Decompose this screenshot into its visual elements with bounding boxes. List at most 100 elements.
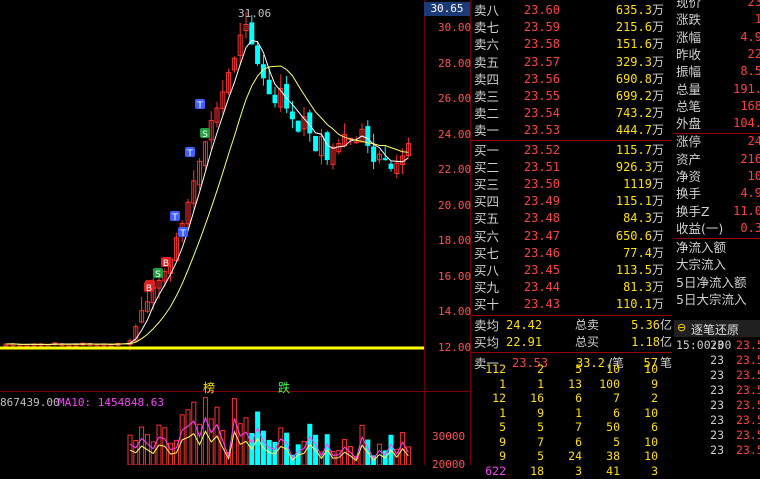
queue-cell: 6 — [575, 391, 582, 405]
queue-row: 622 18 3 41 3 — [476, 464, 674, 479]
order-volume: 151.6万 — [616, 36, 664, 53]
queue-cell: 2 — [537, 362, 544, 376]
order-label: 卖五 — [474, 54, 500, 70]
order-label: 买二 — [474, 159, 500, 175]
order-volume-unit: 万 — [651, 280, 664, 295]
quote-row: 资产 216 — [676, 151, 760, 168]
tick-row[interactable]: 23 23.5 — [674, 368, 760, 383]
quote-label: 涨跌 — [676, 12, 702, 28]
order-volume: 650.6万 — [616, 228, 664, 245]
order-price: 23.48 — [523, 211, 560, 226]
order-volume: 77.4万 — [623, 245, 664, 262]
queue-cell: 1 — [537, 376, 544, 391]
quote-row: 振幅 8.5 — [676, 63, 760, 80]
order-label: 买十 — [474, 297, 500, 313]
y-label: 26.00 — [438, 92, 472, 106]
order-volume-unit: 万 — [651, 89, 664, 103]
flow-label[interactable]: 大宗流入 — [676, 256, 760, 273]
queue-cell: 100 — [599, 376, 620, 391]
order-volume-value: 743.2 — [615, 106, 652, 121]
tick-collapse-icon[interactable]: ⊖ — [677, 321, 686, 334]
flow-label[interactable]: 5日净流入额 — [676, 274, 760, 291]
queue-cell: 9 — [537, 405, 544, 420]
tick-row[interactable]: 23 23.5 — [674, 353, 760, 368]
tick-min: 23 — [710, 413, 724, 427]
order-label: 买九 — [474, 280, 500, 296]
quote-label: 收益(一) — [676, 220, 724, 236]
order-volume-unit: 万 — [651, 159, 664, 174]
quote-value: 4.9 — [740, 186, 760, 201]
tick-min: 23 — [710, 428, 724, 442]
candle-body — [295, 120, 301, 132]
order-label: 买三 — [474, 177, 500, 192]
order-volume: 690.8万 — [616, 71, 664, 88]
queue-cell: 6 — [613, 405, 620, 420]
order-label: 买六 — [474, 228, 500, 244]
order-volume: 115.7万 — [616, 142, 664, 159]
queue-cell: 38 — [606, 449, 620, 463]
flow-label[interactable]: 净流入额 — [676, 239, 760, 256]
queue-cell: 9 — [651, 376, 658, 391]
quote-row: 总量 191. — [676, 81, 760, 98]
panel-divider — [470, 0, 471, 465]
quote-row: 总笔 168 — [676, 98, 760, 115]
queue-cell: 1 — [499, 376, 506, 391]
order-volume-unit: 万 — [651, 123, 664, 138]
order-book-row: 卖二 23.54 743.2万 — [472, 105, 672, 122]
y-label: 14.00 — [438, 305, 472, 319]
order-volume: 444.7万 — [616, 122, 664, 139]
order-book-row: 卖八 23.60 635.3万 — [472, 2, 672, 19]
y-label: 30.00 — [438, 21, 472, 34]
queue-cell: 5 — [537, 449, 544, 463]
signal-t-label: T — [196, 101, 203, 111]
signal-b-label: B — [163, 259, 169, 269]
quote-row: 换手 4.9 — [676, 185, 760, 202]
tick-row[interactable]: 23 23.5 — [674, 413, 760, 428]
order-volume: 329.3万 — [616, 54, 664, 71]
queue-cell: 10 — [644, 362, 658, 376]
tick-row[interactable]: 23 23.5 — [674, 383, 760, 398]
bang-marker: 榜 — [203, 381, 216, 395]
tick-row[interactable]: 23 23.5 — [674, 428, 760, 443]
tick-row[interactable]: 23 23.5 — [674, 398, 760, 413]
quote-label: 换手Z — [676, 203, 710, 219]
quote-label: 总量 — [676, 81, 702, 97]
queue-cell: 10 — [644, 434, 658, 449]
quote-label: 现价 — [676, 0, 702, 10]
order-volume: 215.6万 — [616, 19, 664, 36]
order-volume: 1119万 — [623, 176, 664, 193]
queue-cell: 10 — [644, 405, 658, 420]
candle-body — [266, 79, 272, 95]
quote-value: 104. — [733, 116, 760, 131]
tick-price: 23.5 — [736, 338, 760, 352]
order-volume-unit: 万 — [651, 194, 664, 209]
order-label: 卖四 — [474, 71, 500, 87]
book-divider — [472, 351, 672, 353]
tick-row[interactable]: 15:00:002323.5 — [674, 338, 760, 353]
order-label: 卖八 — [474, 3, 500, 18]
tick-min: 23 — [710, 398, 724, 412]
queue-cell: 7 — [537, 434, 544, 449]
quote-value: 191. — [733, 81, 760, 96]
order-book-row: 卖三 23.55 699.2万 — [472, 88, 672, 105]
order-volume-value: 110.1 — [615, 297, 652, 312]
quote-label: 资产 — [676, 151, 702, 167]
volume-bars — [127, 397, 411, 465]
tick-row[interactable]: 23 23.5 — [674, 443, 760, 458]
queue-cell: 3 — [651, 463, 658, 478]
flow-label[interactable]: 5日大宗流入 — [676, 291, 760, 308]
order-price: 23.53 — [523, 123, 560, 138]
volume-divider — [0, 391, 470, 392]
tick-min: 23 — [710, 368, 724, 382]
queue-cell: 9 — [499, 434, 506, 449]
order-volume-unit: 万 — [651, 177, 664, 191]
order-volume-value: 151.6 — [615, 37, 652, 52]
order-price: 23.47 — [523, 228, 560, 243]
order-volume-unit: 万 — [651, 245, 664, 260]
tick-header[interactable]: ⊖ 逐笔还原 — [674, 320, 760, 337]
summary-label2: 总卖 — [575, 317, 600, 332]
queue-cell: 5 — [537, 420, 544, 434]
order-volume-value: 444.7 — [615, 123, 652, 138]
order-book-row: 买二 23.51 926.3万 — [472, 159, 672, 176]
tick-header-label: 逐笔还原 — [691, 323, 740, 337]
